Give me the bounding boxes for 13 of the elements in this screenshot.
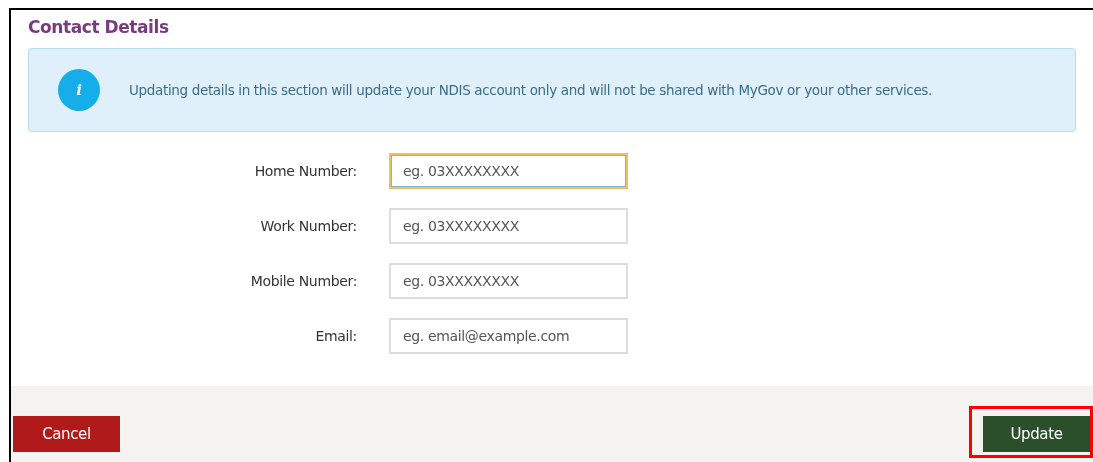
input-field[interactable]: eg. 03XXXXXXXX [389,153,628,189]
section-title: Contact Details [28,16,170,39]
input-field[interactable]: eg. email@example.com [389,318,628,354]
info-icon: i [58,69,100,111]
cancel-button[interactable]: Cancel [13,416,120,452]
field-label: Email: [314,326,357,346]
update-button[interactable]: Update [983,416,1090,452]
field-label: Work Number: [259,216,357,236]
info-message: Updating details in this section will update your NDIS account only and will not be shared with MyGov or your other services. [129,80,932,100]
field-label: Mobile Number: [249,271,357,291]
field-label: Home Number: [253,161,357,181]
input-field[interactable]: eg. 03XXXXXXXX [389,263,628,299]
input-field[interactable]: eg. 03XXXXXXXX [389,208,628,244]
